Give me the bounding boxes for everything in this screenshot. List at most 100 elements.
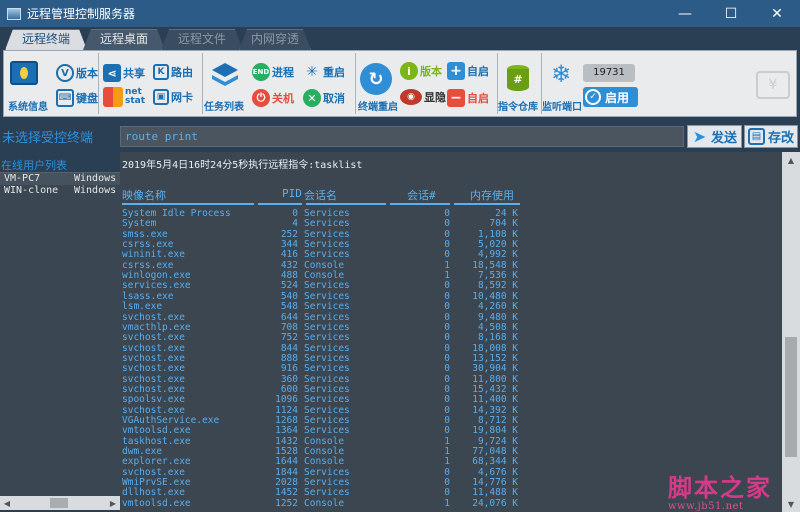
close-button[interactable]: ✕ [754,0,800,27]
netstat-button[interactable]: net stat [103,87,145,107]
column-underline [122,203,254,205]
process-row: explorer.exe 1644 Console 1 68,344 K [120,457,540,467]
host-list-horizontal-scrollbar[interactable]: ◀ ▶ [0,496,120,510]
process-pid: 1252 [275,497,298,509]
process-row: svchost.exe 916 Services 0 30,904 K [120,364,540,374]
process-memory: 4,992 K [477,249,518,261]
host-os: Windows [74,185,117,196]
toolbar-separator [202,53,203,114]
restart-button[interactable]: ✳ 重启 [303,63,345,81]
system-info-button[interactable] [10,61,38,85]
process-session-name: Services [304,311,350,323]
process-memory: 9,480 K [477,311,518,323]
send-button[interactable]: ➤ 发送 [687,125,742,148]
tab-remote-desktop[interactable]: 远程桌面 [83,29,165,50]
scrollbar-thumb[interactable] [785,337,797,457]
shutdown-button[interactable]: ⏻ 关机 [252,89,294,107]
process-pid: 4 [292,218,298,230]
process-row: System 4 Services 0 704 K [120,219,540,229]
task-list-button[interactable] [210,61,240,89]
process-session-name: Console [304,497,345,509]
cmd-store-button[interactable]: # [504,63,532,93]
shutdown-label: 关机 [272,92,294,105]
process-icon: END [252,63,270,81]
host-row[interactable]: WIN-clone Windows [0,185,120,197]
nic-button[interactable]: ▣ 网卡 [153,89,193,105]
version-button[interactable]: V 版本 [56,64,98,82]
host-row[interactable]: VM-PC7 Windows [0,173,120,185]
watermark-title: 脚本之家 [668,473,772,502]
process-image-name: System [122,218,157,230]
keyboard-icon: ⌨ [56,89,74,107]
process-pid: 752 [280,332,298,344]
scroll-left-icon[interactable]: ◀ [0,496,14,510]
autostart-off-button[interactable]: − 自启 [447,89,489,107]
process-button[interactable]: END 进程 [252,63,294,81]
enable-button[interactable]: ✓ 启用 [583,87,638,107]
process-row: dllhost.exe 1452 Services 0 11,488 K [120,488,540,498]
scroll-right-icon[interactable]: ▶ [106,496,120,510]
show-hide-button[interactable]: ◉ 显隐 [400,89,446,105]
enable-label: 启用 [605,90,630,105]
process-pid: 416 [280,249,298,261]
payment-icon[interactable]: ¥ [756,71,790,99]
process-memory: 8,168 K [477,332,518,344]
system-info-label: 系统信息 [8,102,48,113]
save-button[interactable]: ▤ 存改 [744,125,798,148]
process-image-name: wininit.exe [122,249,185,261]
listen-port-icon-button[interactable]: ❄ [548,60,574,88]
terminal-restart-button[interactable]: ↻ [360,63,392,95]
process-pid: 644 [280,311,298,323]
process-row: lsm.exe 548 Services 0 4,260 K [120,302,540,312]
autostart-on-button[interactable]: + 自启 [447,62,489,80]
tab-remote-file[interactable]: 远程文件 [161,29,243,50]
process-memory: 4,260 K [477,301,518,313]
terminal-restart-label: 终端重启 [358,102,398,113]
process-image-name: explorer.exe [122,456,191,468]
route-button[interactable]: K 路由 [153,64,193,80]
target-terminal-label: 未选择受控终端 [2,131,94,146]
netstat-icon [103,87,123,107]
port-field[interactable]: 19731 [583,64,635,82]
app-icon [7,7,21,20]
tab-remote-terminal[interactable]: 远程终端 [5,29,87,50]
command-input[interactable]: route print [120,126,684,147]
scrollbar-thumb[interactable] [50,498,68,508]
process-image-name: lsm.exe [122,301,163,313]
client-version-button[interactable]: i 版本 [400,62,442,80]
process-session-name: Services [304,487,350,499]
minimize-button[interactable]: — [662,0,708,27]
process-row: vmtoolsd.exe 1252 Console 1 24,076 K [120,497,540,509]
scroll-up-icon[interactable]: ▲ [782,152,800,168]
process-session-number: 0 [444,332,450,344]
toolbar-separator [355,53,356,114]
cancel-button[interactable]: ✕ 取消 [303,89,345,107]
version-icon: V [56,64,74,82]
column-image-name: 映像名称 [122,189,166,202]
process-row: services.exe 524 Services 0 8,592 K [120,281,540,291]
process-memory: 30,904 K [472,363,518,375]
process-session-number: 1 [444,497,450,509]
tab-intranet-penetration[interactable]: 内网穿透 [239,29,311,50]
process-memory: 8,592 K [477,280,518,292]
output-vertical-scrollbar[interactable]: ▲ ▼ [782,152,800,512]
process-session-number: 0 [444,301,450,313]
process-label: 进程 [272,66,294,79]
nic-label: 网卡 [171,91,193,104]
process-memory: 68,344 K [472,456,518,468]
process-image-name: svchost.exe [122,311,185,323]
save-label: 存改 [768,131,795,146]
process-pid: 548 [280,301,298,313]
nic-icon: ▣ [153,89,169,105]
scroll-down-icon[interactable]: ▼ [782,496,800,512]
power-icon: ⏻ [252,89,270,107]
refresh-icon: ↻ [360,63,392,95]
send-icon: ➤ [692,127,707,146]
process-session-number: 0 [444,394,450,406]
share-button[interactable]: ⋖ 共享 [103,64,145,82]
keyboard-button[interactable]: ⌨ 键盘 [56,89,98,107]
maximize-button[interactable]: ☐ [708,0,754,27]
tab-bar: 远程终端 远程桌面 远程文件 内网穿透 [0,27,800,50]
host-name: VM-PC7 [4,173,41,184]
process-session-name: Services [304,218,350,230]
